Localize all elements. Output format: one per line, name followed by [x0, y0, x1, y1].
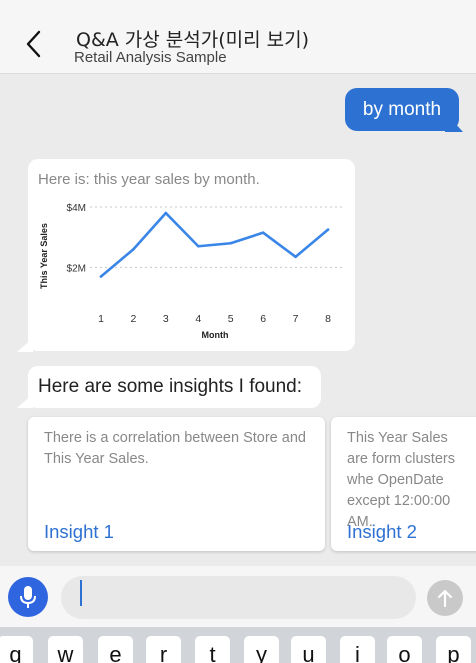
question-input[interactable] [61, 576, 416, 619]
x-tick-label: 2 [131, 313, 137, 325]
y-tick-label: $2M [67, 263, 86, 274]
data-point [196, 244, 200, 248]
x-tick-label: 8 [325, 313, 331, 325]
data-point [294, 255, 297, 259]
data-point [132, 247, 135, 251]
y-axis-title: This Year Sales [39, 223, 49, 289]
chevron-left-icon [26, 30, 41, 58]
key-o[interactable]: o [387, 636, 422, 663]
x-tick-label: 7 [293, 313, 299, 325]
data-point [326, 228, 330, 231]
insight-link[interactable]: Insight 1 [44, 521, 114, 543]
top-bar: Q&A 가상 분석가(미리 보기) Retail Analysis Sample [0, 0, 476, 74]
insight-card[interactable]: This Year Sales are form clusters whe Op… [331, 417, 476, 551]
back-button[interactable] [14, 24, 54, 64]
microphone-icon [20, 586, 36, 608]
key-e[interactable]: e [98, 636, 133, 663]
page-title: Q&A 가상 분석가(미리 보기) [76, 29, 310, 51]
key-y[interactable]: y [244, 636, 279, 663]
key-p[interactable]: p [436, 636, 471, 663]
insight-intro-bubble: Here are some insights I found: [28, 366, 321, 408]
sales-line-chart: $2M $4M 1 2 3 4 5 6 7 8 Month This Year Sales [39, 203, 343, 340]
composer-bar [0, 566, 476, 632]
data-point [261, 231, 265, 234]
x-tick-label: 3 [163, 313, 169, 325]
insight-card[interactable]: There is a correlation between Store and… [28, 417, 325, 551]
data-point [229, 241, 233, 245]
key-w[interactable]: w [48, 636, 83, 663]
key-u[interactable]: u [291, 636, 326, 663]
x-tick-label: 6 [260, 313, 266, 325]
key-t[interactable]: t [195, 636, 230, 663]
insight-link[interactable]: Insight 2 [347, 521, 417, 543]
data-point [99, 275, 103, 278]
insight-text: This Year Sales are form clusters whe Op… [347, 430, 455, 530]
key-i[interactable]: i [340, 636, 375, 663]
x-tick-label: 4 [195, 313, 201, 325]
user-message-bubble: by month [345, 88, 459, 131]
chart-response-card[interactable]: Here is: this year sales by month. $2M $4… [28, 159, 355, 351]
x-tick-label: 1 [98, 313, 104, 325]
insight-text: There is a correlation between Store and… [44, 430, 306, 467]
x-tick-label: 5 [228, 313, 234, 325]
send-button[interactable] [427, 580, 463, 616]
arrow-up-icon [437, 589, 453, 608]
on-screen-keyboard: q w e r t y u i o p [0, 627, 476, 663]
key-r[interactable]: r [146, 636, 181, 663]
microphone-button[interactable] [8, 577, 48, 617]
page-subtitle: Retail Analysis Sample [74, 49, 227, 66]
key-q[interactable]: q [0, 636, 33, 663]
y-tick-label: $4M [67, 203, 86, 214]
data-point [164, 211, 168, 215]
text-caret [80, 580, 82, 606]
x-axis-title: Month [202, 330, 229, 340]
